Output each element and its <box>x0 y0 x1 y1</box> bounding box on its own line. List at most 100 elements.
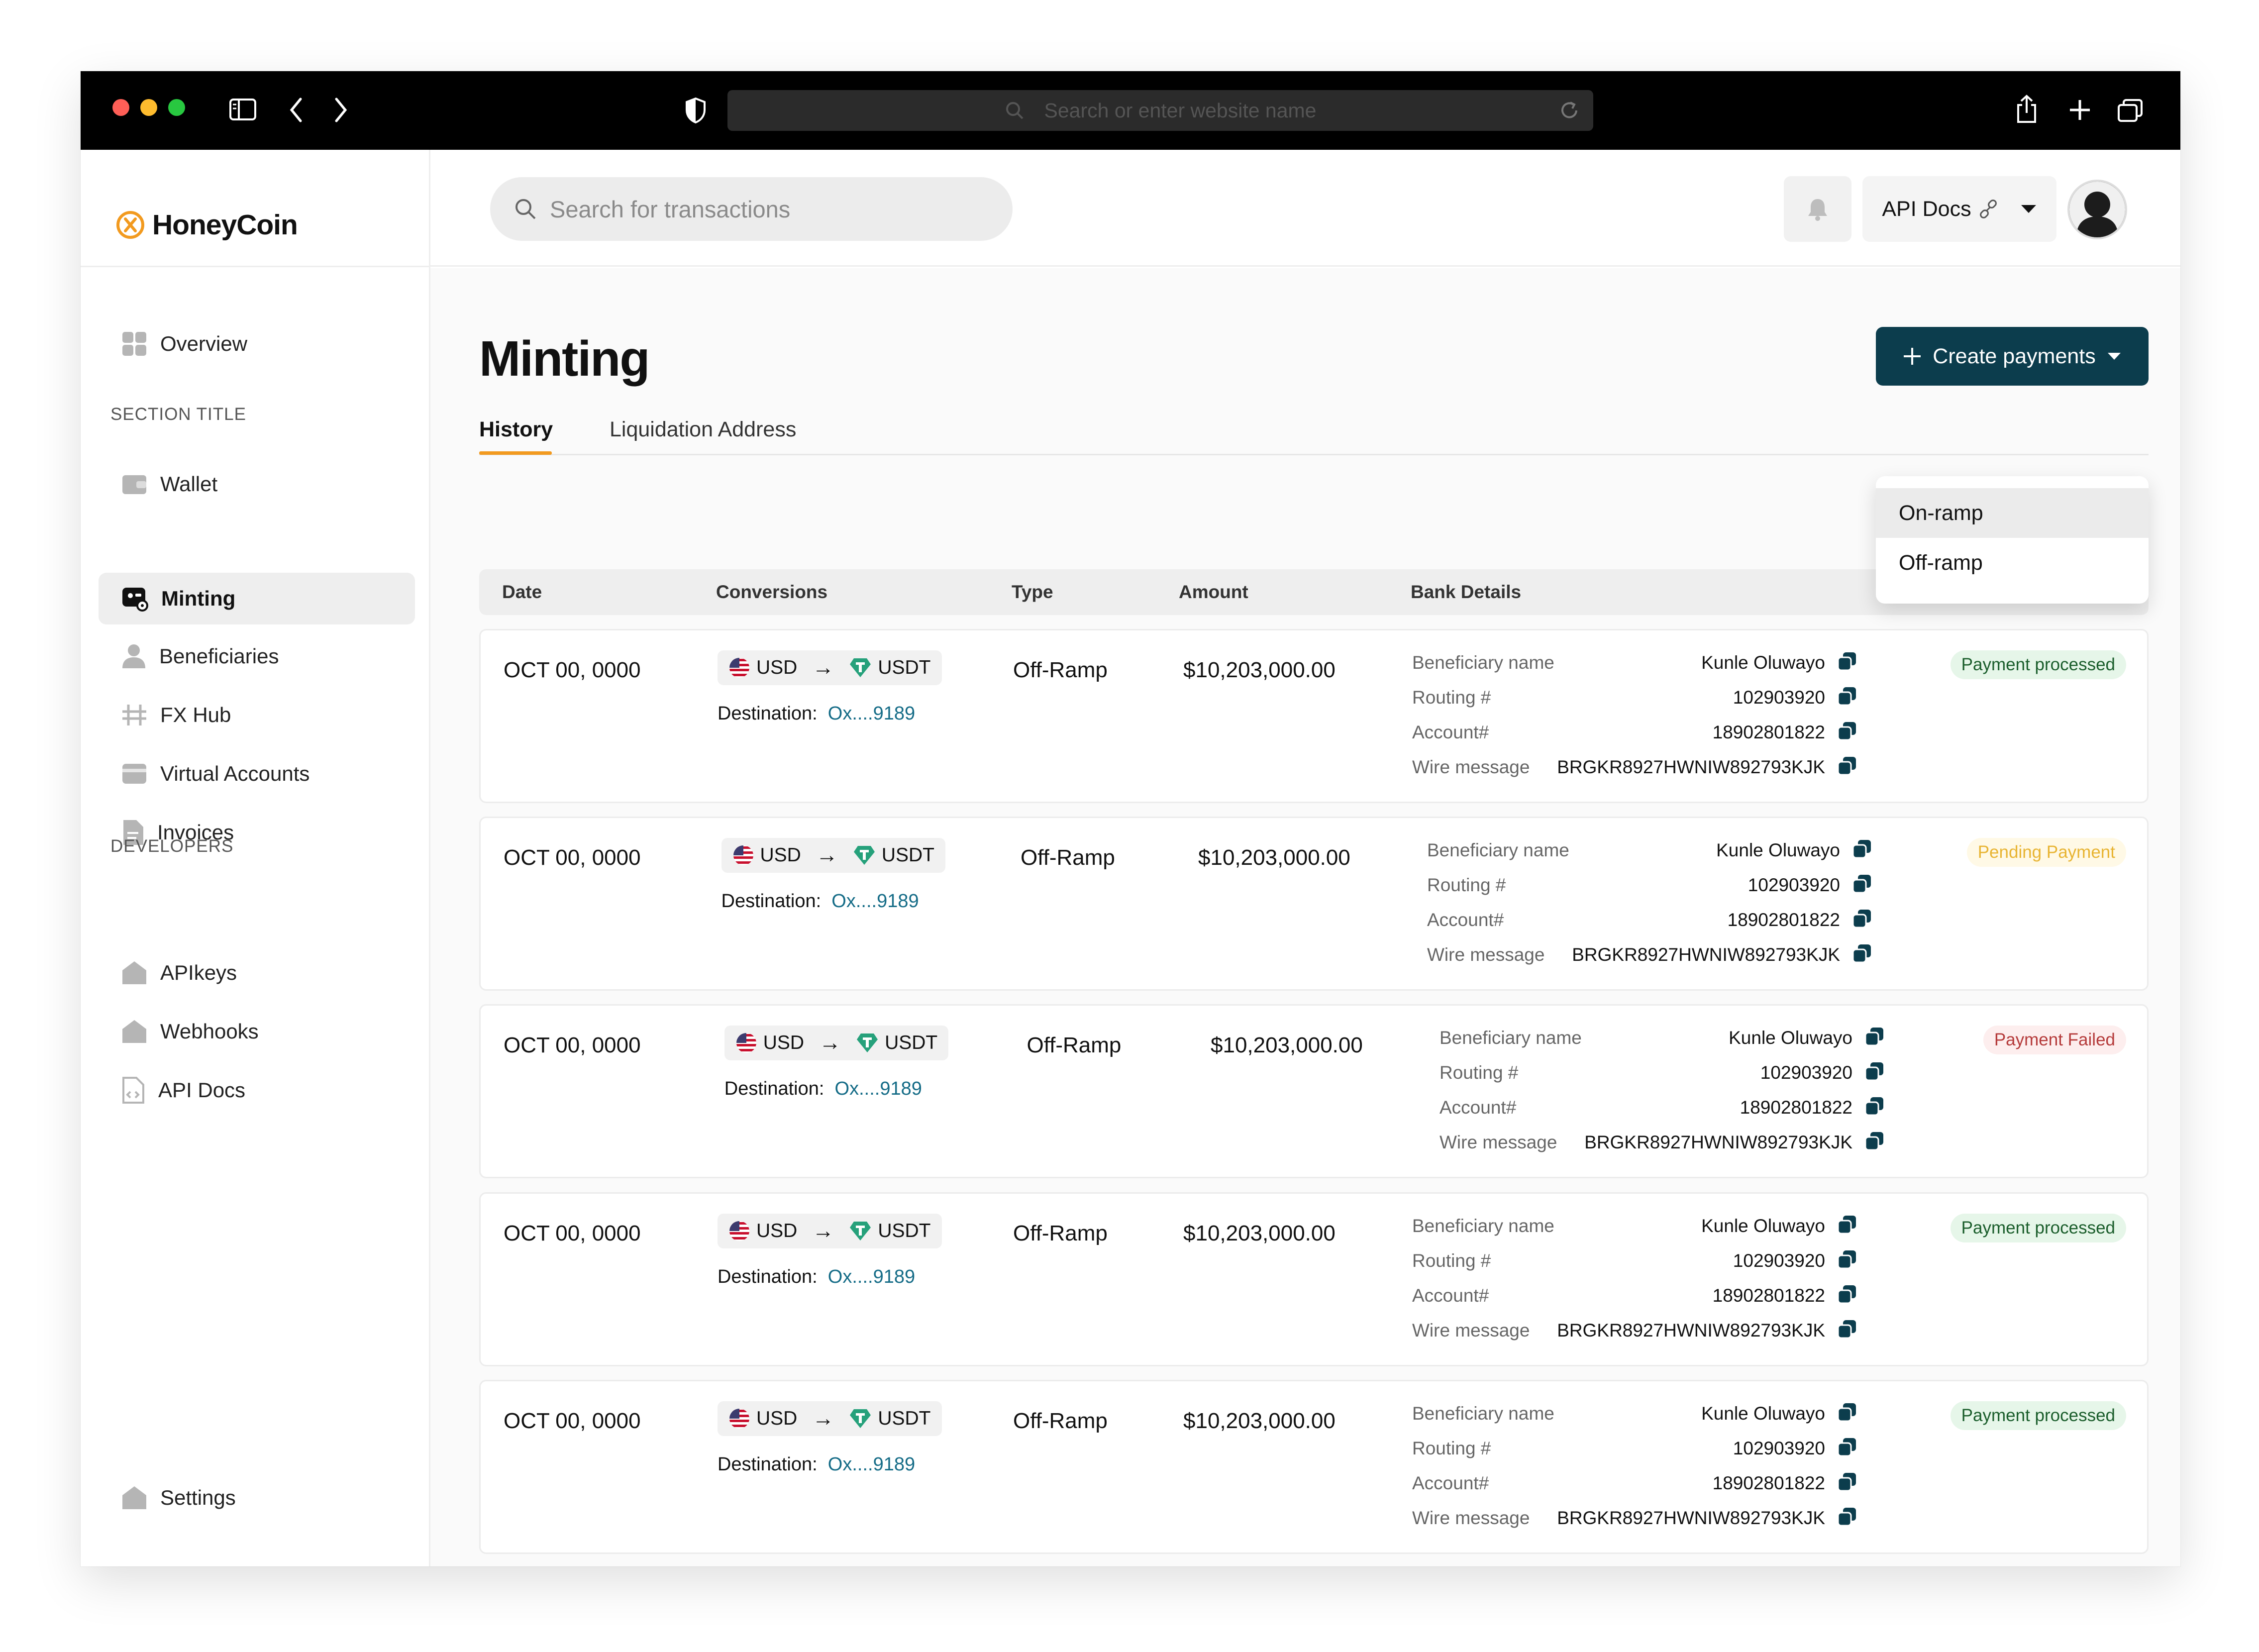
copy-button[interactable] <box>1837 1472 1857 1492</box>
maximize-window-dot[interactable] <box>168 99 185 116</box>
destination-address[interactable]: Ox....9189 <box>828 1454 915 1475</box>
copy-icon[interactable] <box>1837 1437 1857 1457</box>
copy-icon[interactable] <box>1837 721 1857 741</box>
fx-icon <box>122 705 146 725</box>
url-bar[interactable]: Search or enter website name <box>727 90 1593 131</box>
copy-icon[interactable] <box>1837 651 1857 671</box>
transaction-type: Off-Ramp <box>1013 1409 1108 1433</box>
api-docs-button[interactable]: API Docs <box>1862 176 2056 242</box>
copy-button[interactable] <box>1837 1215 1857 1235</box>
tether-icon <box>850 658 871 677</box>
copy-icon[interactable] <box>1837 1249 1857 1269</box>
copy-button[interactable] <box>1837 651 1857 671</box>
destination-address[interactable]: Ox....9189 <box>828 703 915 724</box>
copy-icon[interactable] <box>1837 1215 1857 1235</box>
copy-icon[interactable] <box>1864 1131 1884 1151</box>
copy-icon[interactable] <box>1852 839 1872 859</box>
copy-button[interactable] <box>1837 756 1857 776</box>
from-currency: USD <box>760 844 801 866</box>
copy-button[interactable] <box>1837 1507 1857 1527</box>
back-icon[interactable] <box>289 97 304 123</box>
sidebar-item-settings[interactable]: Settings <box>99 1472 415 1524</box>
status-badge: Payment processed <box>1950 1401 2126 1430</box>
copy-icon[interactable] <box>1837 1472 1857 1492</box>
bank-detail-value: BRGKR8927HWNIW892793KJK <box>1557 757 1825 777</box>
copy-button[interactable] <box>1852 839 1872 859</box>
copy-icon[interactable] <box>1852 943 1872 963</box>
us-flag-icon <box>729 1221 749 1241</box>
copy-button[interactable] <box>1864 1027 1884 1046</box>
copy-icon[interactable] <box>1864 1027 1884 1046</box>
menu-item-on-ramp[interactable]: On-ramp <box>1876 488 2149 538</box>
new-tab-icon[interactable] <box>2069 99 2091 121</box>
reload-icon[interactable] <box>1558 100 1580 121</box>
table-row[interactable]: OCT 00, 0000 USD → USDT Destination: Ox.… <box>479 1192 2149 1366</box>
table-row[interactable]: OCT 00, 0000 USD → USDT Destination: Ox.… <box>479 817 2149 991</box>
sidebar-item-apikeys[interactable]: APIkeys <box>99 947 415 999</box>
main-content: Minting Create payments History Liquidat… <box>430 268 2180 1566</box>
bank-detail-value: 102903920 <box>1733 1438 1825 1458</box>
tabs-overview-icon[interactable] <box>2117 98 2144 123</box>
sidebar-item-minting[interactable]: Minting <box>99 573 415 624</box>
tether-icon <box>850 1409 871 1428</box>
close-window-dot[interactable] <box>112 99 129 116</box>
conversion-pill: USD → USDT <box>718 650 942 685</box>
create-payments-button[interactable]: Create payments <box>1876 327 2149 386</box>
copy-icon[interactable] <box>1837 1402 1857 1422</box>
forward-icon[interactable] <box>333 97 348 123</box>
copy-button[interactable] <box>1864 1096 1884 1116</box>
copy-button[interactable] <box>1837 686 1857 706</box>
copy-icon[interactable] <box>1837 686 1857 706</box>
tether-icon <box>857 1033 878 1052</box>
copy-button[interactable] <box>1837 1284 1857 1304</box>
copy-button[interactable] <box>1837 1402 1857 1422</box>
copy-button[interactable] <box>1837 721 1857 741</box>
copy-icon[interactable] <box>1837 1284 1857 1304</box>
active-tab-underline <box>479 451 552 455</box>
copy-button[interactable] <box>1837 1249 1857 1269</box>
destination-address[interactable]: Ox....9189 <box>835 1078 922 1099</box>
us-flag-icon <box>729 1409 749 1429</box>
avatar[interactable] <box>2067 180 2127 239</box>
card-icon <box>122 764 146 784</box>
copy-icon[interactable] <box>1837 756 1857 776</box>
copy-icon[interactable] <box>1864 1096 1884 1116</box>
minimize-window-dot[interactable] <box>140 99 157 116</box>
sidebar-item-beneficiaries[interactable]: Beneficiaries <box>99 630 415 682</box>
copy-button[interactable] <box>1852 909 1872 929</box>
copy-button[interactable] <box>1852 943 1872 963</box>
destination-address[interactable]: Ox....9189 <box>828 1266 915 1287</box>
sidebar-item-overview[interactable]: Overview <box>99 318 415 370</box>
share-icon[interactable] <box>2015 94 2038 124</box>
copy-button[interactable] <box>1852 874 1872 894</box>
copy-icon[interactable] <box>1852 909 1872 929</box>
column-header-bank-details: Bank Details <box>1411 582 1522 602</box>
sidebar-item-fx-hub[interactable]: FX Hub <box>99 689 415 741</box>
copy-icon[interactable] <box>1864 1061 1884 1081</box>
notifications-button[interactable] <box>1784 176 1851 242</box>
destination-label: Destination: <box>724 1078 824 1099</box>
table-row[interactable]: OCT 00, 0000 USD → USDT Destination: Ox.… <box>479 1380 2149 1554</box>
copy-button[interactable] <box>1864 1061 1884 1081</box>
copy-icon[interactable] <box>1837 1319 1857 1339</box>
destination-address[interactable]: Ox....9189 <box>831 891 919 912</box>
transaction-search-input[interactable]: Search for transactions <box>490 177 1013 241</box>
sidebar-item-wallet[interactable]: Wallet <box>99 458 415 510</box>
copy-icon[interactable] <box>1837 1507 1857 1527</box>
copy-button[interactable] <box>1837 1319 1857 1339</box>
copy-button[interactable] <box>1837 1437 1857 1457</box>
sidebar-toggle-icon[interactable] <box>229 98 257 121</box>
user-icon <box>122 644 145 668</box>
table-row[interactable]: OCT 00, 0000 USD → USDT Destination: Ox.… <box>479 629 2149 803</box>
table-row[interactable]: OCT 00, 0000 USD → USDT Destination: Ox.… <box>479 1004 2149 1178</box>
sidebar-item-webhooks[interactable]: Webhooks <box>99 1006 415 1057</box>
copy-button[interactable] <box>1864 1131 1884 1151</box>
menu-item-off-ramp[interactable]: Off-ramp <box>1876 538 2149 588</box>
tab-liquidation-address[interactable]: Liquidation Address <box>610 417 796 442</box>
copy-icon[interactable] <box>1852 874 1872 894</box>
sidebar-item-virtual-accounts[interactable]: Virtual Accounts <box>99 748 415 800</box>
brand-logo[interactable]: HoneyCoin <box>115 208 298 241</box>
bank-detail-value: BRGKR8927HWNIW892793KJK <box>1557 1508 1825 1528</box>
sidebar-item-api-docs[interactable]: API Docs <box>99 1064 415 1116</box>
tab-history[interactable]: History <box>479 417 553 442</box>
